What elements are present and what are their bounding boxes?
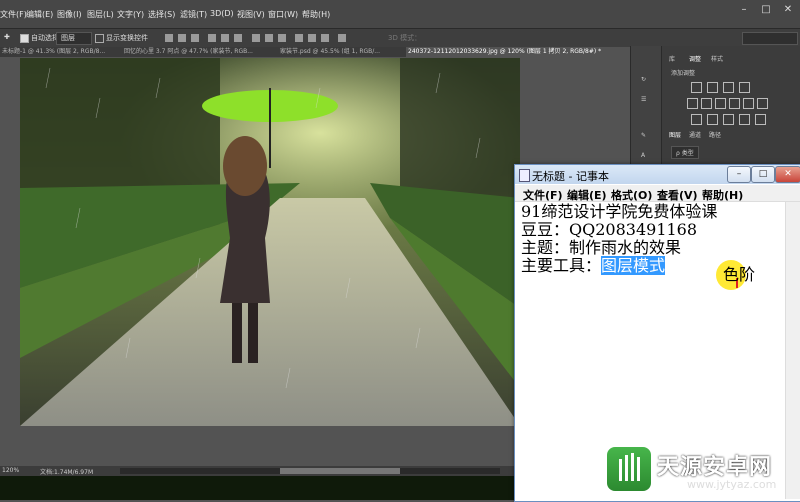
levels-icon[interactable] [707, 82, 718, 93]
notepad-title: 无标题 - 记事本 [532, 170, 609, 183]
np-menu-help[interactable]: 帮助(H) [702, 187, 743, 203]
tab-layers[interactable]: 图层 [669, 130, 681, 139]
rain-scene-image [20, 58, 520, 426]
notepad-titlebar[interactable]: 无标题 - 记事本 – □ ✕ [515, 165, 800, 184]
tab-paths[interactable]: 路径 [709, 130, 721, 139]
distribute-middle-icon[interactable] [265, 34, 273, 42]
np-menu-view[interactable]: 查看(V) [657, 187, 698, 203]
selected-text[interactable]: 图层模式 [601, 256, 666, 275]
add-adjustment-label: 添加调整 [671, 70, 696, 77]
np-menu-edit[interactable]: 编辑(E) [567, 187, 607, 203]
tab-channels[interactable]: 通道 [689, 130, 701, 139]
notepad-menu-bar: 文件(F) 编辑(E) 格式(O) 查看(V) 帮助(H) [515, 185, 800, 202]
character-icon[interactable]: A [641, 152, 645, 159]
distribute-center-icon[interactable] [308, 34, 316, 42]
hue-saturation-icon[interactable] [701, 98, 712, 109]
close-icon[interactable]: ✕ [780, 4, 796, 16]
vibrance-icon[interactable] [687, 98, 698, 109]
3d-mode-label: 3D 模式： [388, 34, 422, 42]
posterize-icon[interactable] [707, 114, 718, 125]
menu-select[interactable]: 选择(S) [148, 9, 175, 20]
text-line-1: 91缔范设计学院免费体验课 [521, 202, 718, 221]
distribute-top-icon[interactable] [252, 34, 260, 42]
invert-icon[interactable] [691, 114, 702, 125]
options-bar: ✚ 自动选择： 图层 显示变换控件 3D 模式： [0, 28, 800, 48]
tab-untitled-1[interactable]: 未标题-1 @ 41.3% (图层 2, RGB/8... [0, 47, 123, 57]
black-white-icon[interactable] [729, 98, 740, 109]
scrollbar-thumb[interactable] [280, 468, 400, 474]
menu-bar: 文件(F) 编辑(E) 图像(I) 图层(L) 文字(Y) 选择(S) 滤镜(T… [0, 0, 800, 28]
watermark-logo-icon [607, 447, 651, 491]
watermark: 天源安卓网 www.jytyaz.com [607, 445, 797, 497]
text-line-4-prefix: 主要工具： [521, 256, 602, 275]
align-bottom-icon[interactable] [191, 34, 199, 42]
horizontal-scrollbar[interactable] [120, 468, 500, 474]
np-menu-file[interactable]: 文件(F) [523, 187, 563, 203]
text-line-2: 豆豆：QQ2083491168 [521, 220, 698, 239]
brightness-icon[interactable] [691, 82, 702, 93]
window-controls: – □ ✕ [736, 4, 796, 16]
menu-view[interactable]: 视图(V) [237, 9, 265, 20]
align-left-icon[interactable] [208, 34, 216, 42]
gradient-map-icon[interactable] [739, 114, 750, 125]
notepad-minimize-button[interactable]: – [727, 166, 751, 183]
tab-memories[interactable]: 回忆的心里 3.7 阿点 @ 47.7% (家装节, RGB... [122, 47, 279, 57]
extra-word: 色阶 [723, 265, 756, 284]
align-right-icon[interactable] [234, 34, 242, 42]
auto-select-dropdown[interactable]: 图层 [56, 32, 92, 45]
channel-mixer-icon[interactable] [757, 98, 768, 109]
align-middle-icon[interactable] [178, 34, 186, 42]
menu-layer[interactable]: 图层(L) [87, 9, 114, 20]
workspace-dropdown[interactable] [742, 32, 798, 45]
threshold-icon[interactable] [723, 114, 734, 125]
distribute-right-icon[interactable] [321, 34, 329, 42]
text-line-3: 主题：制作雨水的效果 [521, 238, 682, 257]
properties-icon[interactable]: ☰ [641, 96, 646, 103]
menu-file[interactable]: 文件(F) [0, 9, 27, 20]
rain-photo[interactable] [20, 58, 520, 426]
watermark-name: 天源安卓网 [657, 455, 773, 480]
move-tool-icon[interactable]: ✚ [4, 33, 10, 41]
tab-active-jpg[interactable]: 240372-12112012033629.jpg @ 120% (图层 1 拷… [406, 47, 631, 57]
minimize-icon[interactable]: – [736, 4, 752, 16]
menu-filter[interactable]: 滤镜(T) [180, 9, 207, 20]
selective-color-icon[interactable] [755, 114, 766, 125]
menu-help[interactable]: 帮助(H) [302, 9, 330, 20]
curves-icon[interactable] [723, 82, 734, 93]
menu-edit[interactable]: 编辑(E) [26, 9, 53, 20]
notepad-icon [519, 169, 530, 182]
align-top-icon[interactable] [165, 34, 173, 42]
tab-styles[interactable]: 样式 [711, 54, 723, 63]
menu-3d[interactable]: 3D(D) [210, 9, 234, 18]
show-transform-checkbox[interactable]: 显示变换控件 [95, 33, 148, 43]
tab-jiazhuangjie[interactable]: 家装节.psd @ 45.5% (组 1, RGB/... [278, 47, 407, 57]
document-tabs: 未标题-1 @ 41.3% (图层 2, RGB/8... 回忆的心里 3.7 … [0, 47, 631, 57]
document-size: 文档:1.74M/6.97M [40, 469, 94, 476]
menu-type[interactable]: 文字(Y) [117, 9, 144, 20]
menu-window[interactable]: 窗口(W) [268, 9, 298, 20]
exposure-icon[interactable] [739, 82, 750, 93]
distribute-left-icon[interactable] [295, 34, 303, 42]
np-menu-format[interactable]: 格式(O) [611, 187, 652, 203]
color-balance-icon[interactable] [715, 98, 726, 109]
tab-libraries[interactable]: 库 [669, 54, 675, 63]
history-icon[interactable]: ↻ [641, 76, 646, 83]
restore-icon[interactable]: □ [758, 4, 774, 16]
photo-filter-icon[interactable] [743, 98, 754, 109]
layer-filter-dropdown[interactable]: ρ 类型 [671, 146, 699, 159]
align-center-icon[interactable] [221, 34, 229, 42]
distribute-bottom-icon[interactable] [278, 34, 286, 42]
watermark-url: www.jytyaz.com [687, 478, 777, 491]
auto-align-icon[interactable] [338, 34, 346, 42]
tab-adjustments[interactable]: 调整 [689, 54, 701, 63]
notepad-close-button[interactable]: ✕ [775, 166, 800, 183]
zoom-level[interactable]: 120% [2, 467, 19, 474]
brush-icon[interactable]: ✎ [641, 132, 646, 139]
show-transform-label: 显示变换控件 [106, 34, 148, 42]
notepad-maximize-button[interactable]: □ [751, 166, 775, 183]
menu-image[interactable]: 图像(I) [57, 9, 82, 20]
